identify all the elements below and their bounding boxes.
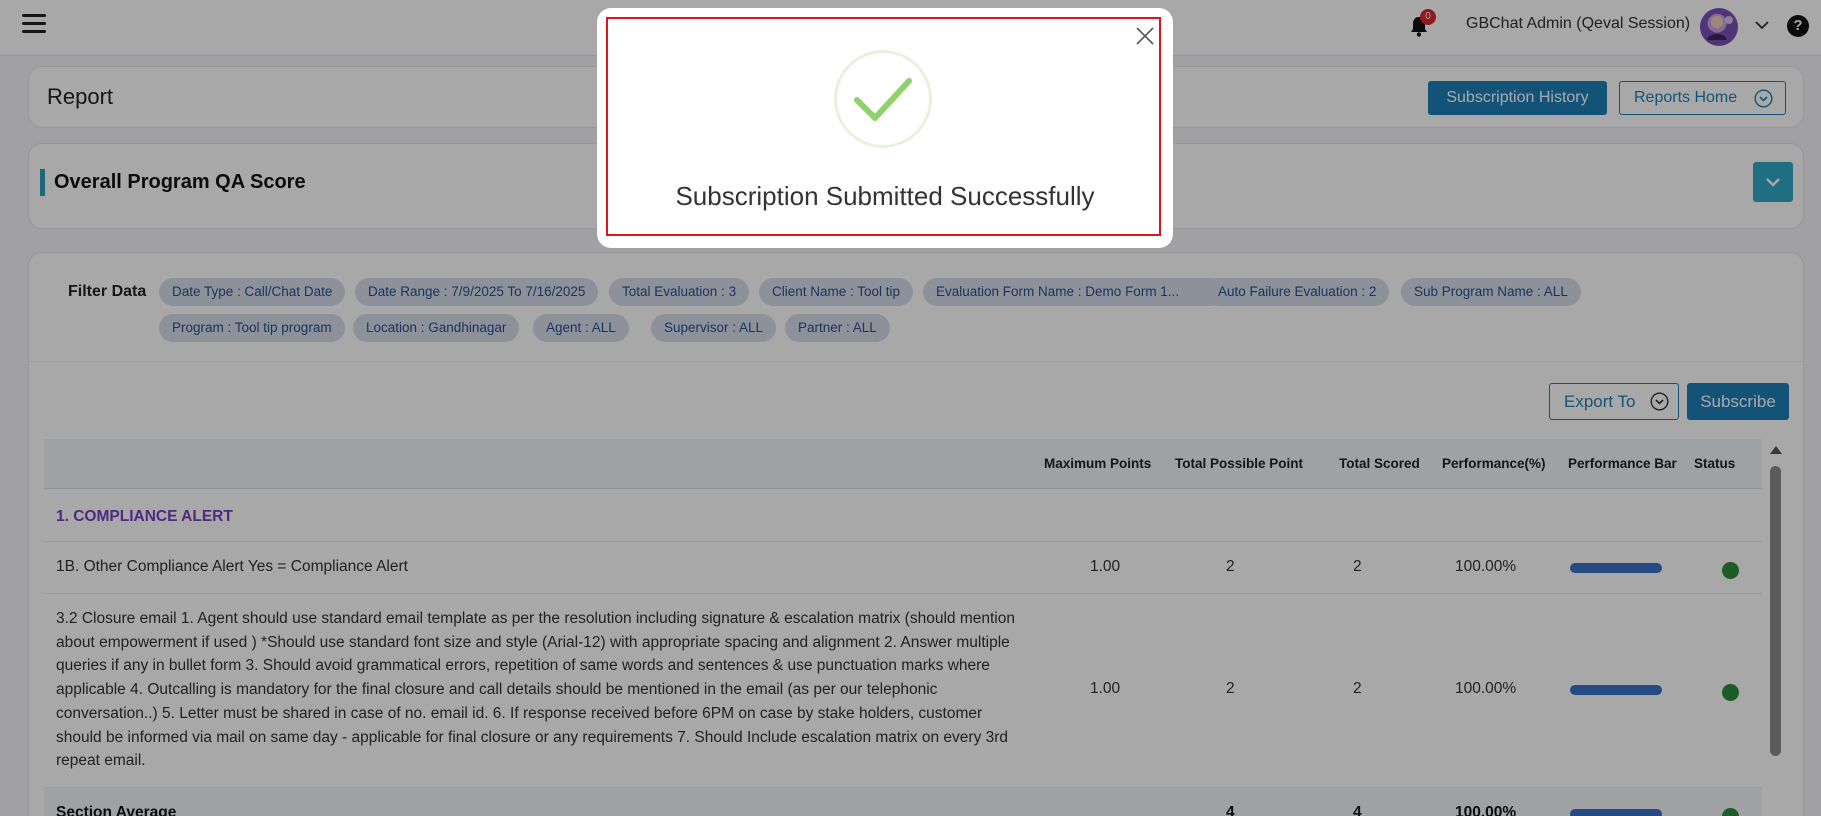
check-icon <box>854 78 912 121</box>
close-icon[interactable] <box>1133 24 1157 48</box>
success-circle <box>834 50 932 148</box>
success-modal: Subscription Submitted Successfully <box>597 8 1173 248</box>
success-message: Subscription Submitted Successfully <box>675 181 1095 211</box>
